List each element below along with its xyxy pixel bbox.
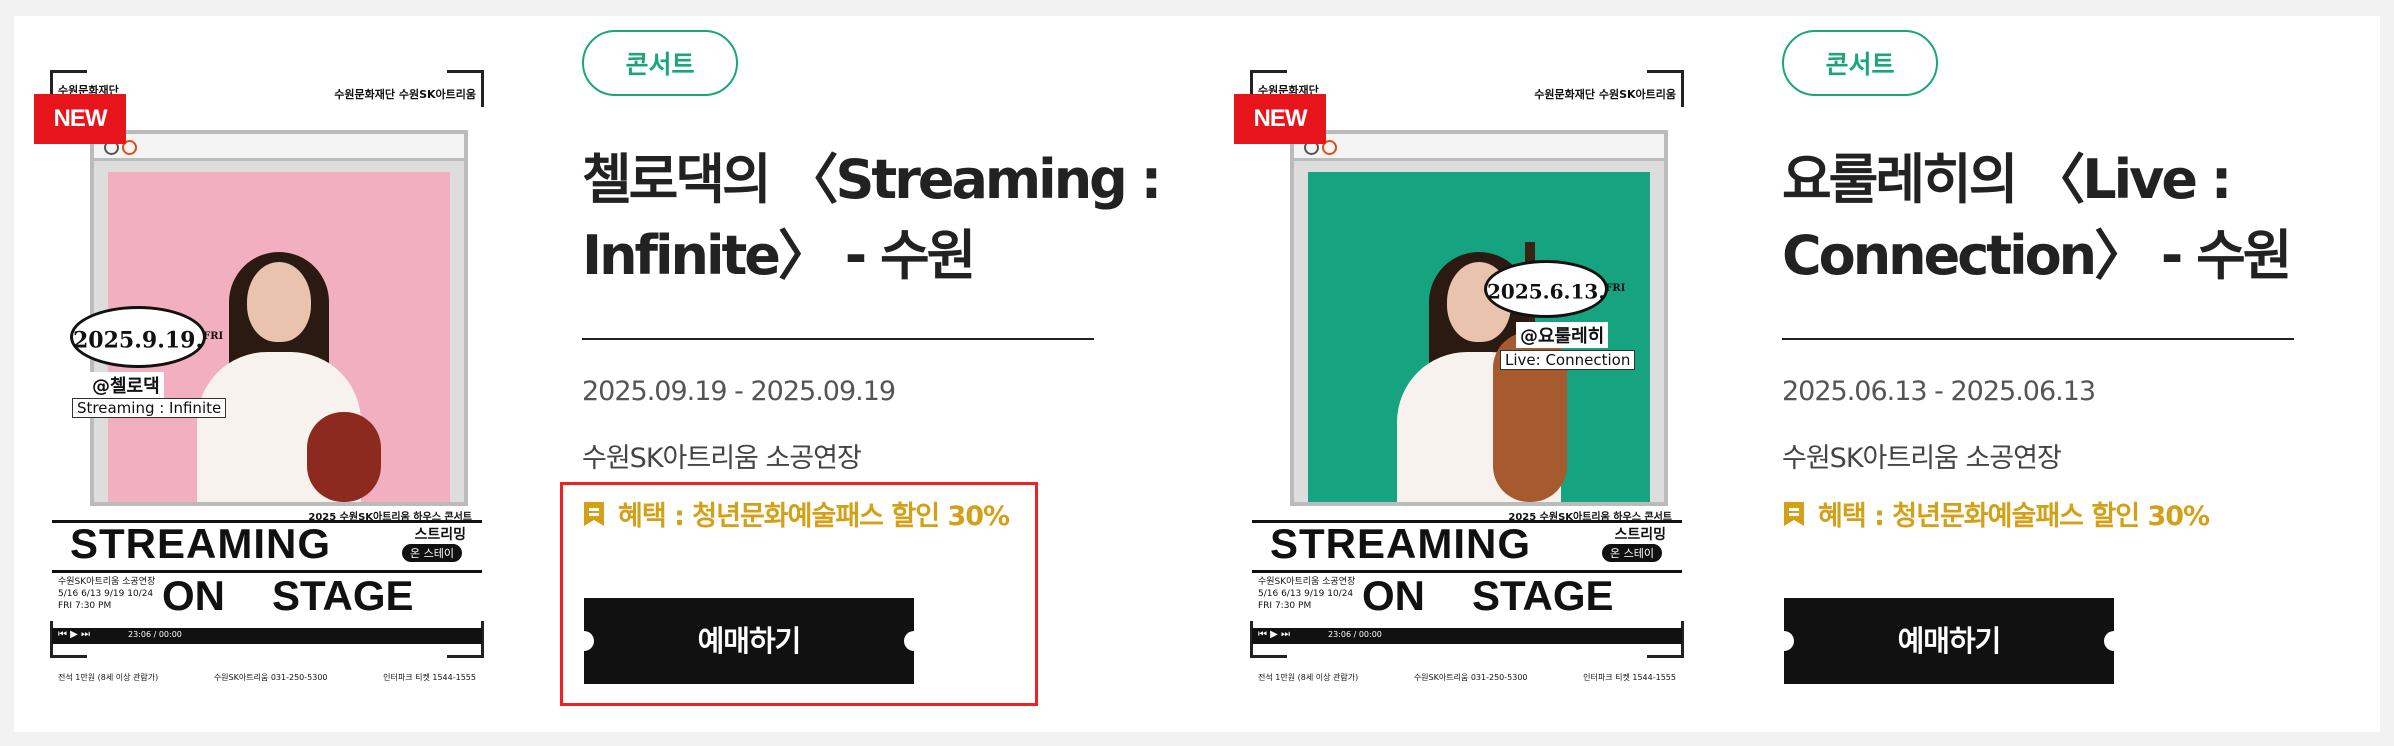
event-card: 수원문화재단 수원문화재단 수원SK아트리움 2025.9.19.FRI @첼로… [14, 16, 1204, 732]
event-date: 2025.09.19 - 2025.09.19 [582, 376, 896, 407]
highlight-box [560, 482, 1038, 706]
poster-info-row: 전석 1만원 (8세 이상 관람가) 수원SK아트리움 031-250-5300… [58, 673, 476, 682]
poster-player-bar: ⏮ ▶ ⏭ 23:06 / 00:00 [1252, 628, 1682, 644]
event-date: 2025.06.13 - 2025.06.13 [1782, 376, 2096, 407]
poster-schedule: 수원SK아트리움 소공연장 5/16 6/13 9/19 10/24 FRI 7… [58, 577, 156, 611]
event-venue: 수원SK아트리움 소공연장 [1782, 443, 2062, 474]
poster-schedule: 수원SK아트리움 소공연장 5/16 6/13 9/19 10/24 FRI 7… [1258, 577, 1356, 611]
poster-stream-title: STREAMING [70, 520, 331, 567]
poster-window-bar [1294, 134, 1664, 161]
poster-stream-title: STREAMING [1270, 520, 1531, 567]
poster-window-bar [94, 134, 464, 161]
poster-program-subtitle: Streaming : Infinite [72, 398, 227, 418]
poster-window-frame [1290, 130, 1668, 506]
event-card: 수원문화재단 수원문화재단 수원SK아트리움 2025.6.13.FRI @요룰… [1214, 16, 2394, 732]
title-divider [1782, 338, 2294, 340]
poster-program-subtitle: Live: Connection [1500, 350, 1636, 370]
event-benefit: 혜택 : 청년문화예술패스 할인 30% [1782, 494, 2210, 533]
new-badge: NEW [34, 94, 126, 144]
new-badge: NEW [1234, 94, 1326, 144]
poster-artist-handle: @요룰레히 [1516, 322, 1609, 348]
poster-date-oval: 2025.6.13.FRI [1484, 260, 1625, 318]
performer-figure [197, 252, 381, 502]
play-icon: ⏮ ▶ ⏭ [58, 629, 91, 640]
poster-player-bar: ⏮ ▶ ⏭ 23:06 / 00:00 [52, 628, 482, 644]
poster-artist-handle: @첼로댁 [88, 372, 164, 398]
poster-info-row: 전석 1만원 (8세 이상 관람가) 수원SK아트리움 031-250-5300… [1258, 673, 1676, 682]
category-tag[interactable]: 콘서트 [582, 30, 738, 96]
event-poster[interactable]: 수원문화재단 수원문화재단 수원SK아트리움 2025.6.13.FRI @요룰… [1250, 70, 1684, 682]
event-title[interactable]: 요룰레히의 〈Live : Connection〉 - 수원 [1782, 142, 2342, 294]
event-list-panel: 수원문화재단 수원문화재단 수원SK아트리움 2025.9.19.FRI @첼로… [14, 16, 2380, 732]
benefit-bookmark-icon [1782, 500, 1806, 528]
book-ticket-button[interactable]: 예매하기 [1774, 598, 2124, 684]
event-venue: 수원SK아트리움 소공연장 [582, 443, 862, 474]
poster-venue-logo: 수원문화재단 수원SK아트리움 [334, 88, 476, 101]
event-title[interactable]: 첼로댁의 〈Streaming : Infinite〉 - 수원 [582, 142, 1162, 294]
title-divider [582, 338, 1094, 340]
poster-date-oval: 2025.9.19.FRI [70, 306, 223, 368]
category-tag[interactable]: 콘서트 [1782, 30, 1938, 96]
event-poster[interactable]: 수원문화재단 수원문화재단 수원SK아트리움 2025.9.19.FRI @첼로… [50, 70, 484, 682]
poster-venue-logo: 수원문화재단 수원SK아트리움 [1534, 88, 1676, 101]
play-icon: ⏮ ▶ ⏭ [1258, 629, 1291, 640]
